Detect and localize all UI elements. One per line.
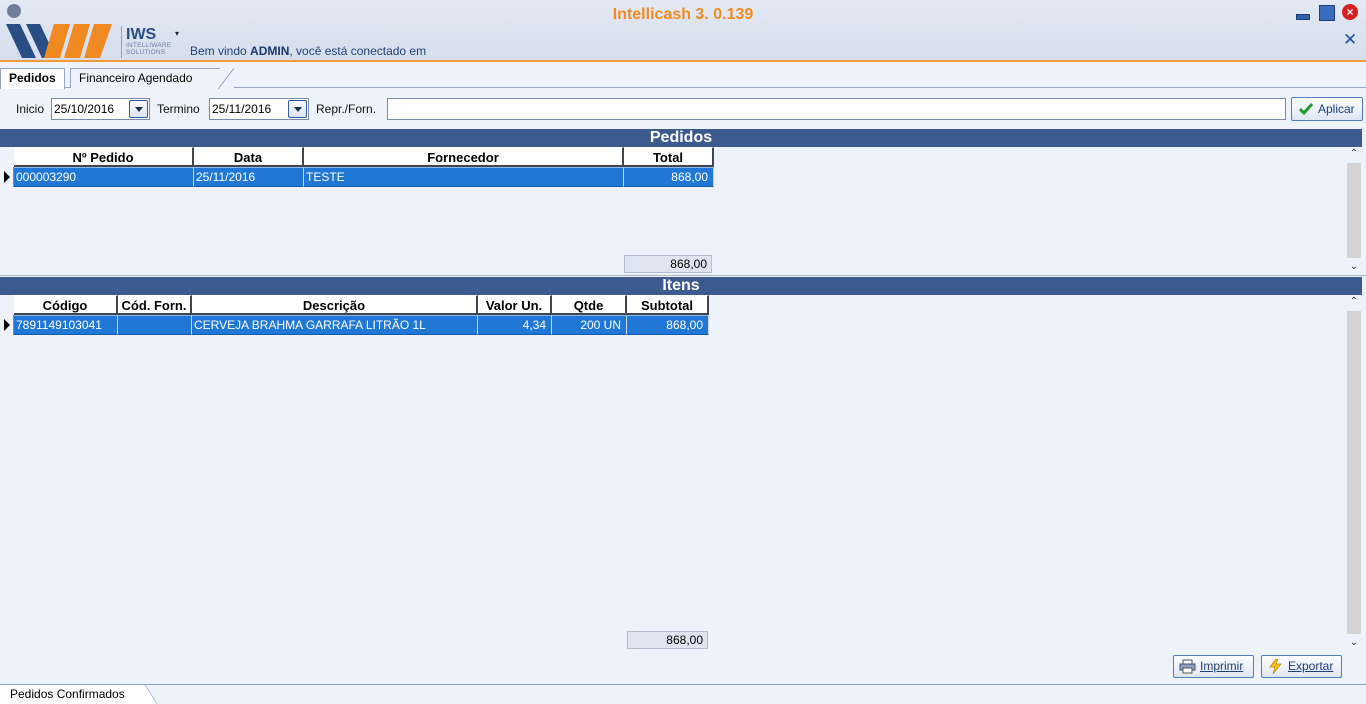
col-header-cod-forn[interactable]: Cód. Forn. bbox=[118, 295, 192, 315]
repr-forn-label: Repr./Forn. bbox=[316, 102, 377, 116]
row-indicator-icon bbox=[0, 315, 14, 335]
cell-numero-pedido[interactable]: 000003290 bbox=[14, 167, 194, 187]
cell-total[interactable]: 868,00 bbox=[624, 167, 714, 187]
maximize-button[interactable] bbox=[1318, 4, 1335, 21]
col-header-valor-un[interactable]: Valor Un. bbox=[478, 295, 552, 315]
termino-date-field[interactable]: 25/11/2016 bbox=[209, 98, 309, 120]
itens-footer-total: 868,00 bbox=[627, 631, 708, 649]
pedidos-footer-total: 868,00 bbox=[624, 255, 712, 273]
termino-date-value: 25/11/2016 bbox=[212, 102, 272, 116]
table-row[interactable]: 7891149103041 CERVEJA BRAHMA GARRAFA LIT… bbox=[0, 315, 709, 335]
inicio-label: Inicio bbox=[16, 102, 45, 116]
cell-valor-un[interactable]: 4,34 bbox=[478, 315, 552, 335]
scroll-up-icon[interactable]: ⌃ bbox=[1346, 147, 1362, 161]
tab-financeiro-agendado[interactable]: Financeiro Agendado bbox=[70, 68, 234, 89]
logo-tag-line-2: SOLUTIONS bbox=[126, 49, 166, 56]
termino-label: Termino bbox=[157, 102, 200, 116]
scroll-up-icon[interactable]: ⌃ bbox=[1346, 295, 1362, 309]
termino-calendar-dropdown-icon[interactable] bbox=[288, 100, 307, 118]
welcome-suffix: , você está conectado em bbox=[289, 44, 427, 58]
col-header-codigo[interactable]: Código bbox=[14, 295, 118, 315]
cell-data[interactable]: 25/11/2016 bbox=[194, 167, 304, 187]
col-header-numero-pedido[interactable]: Nº Pedido bbox=[14, 147, 194, 167]
logo-tagline: INTELLIWARE SOLUTIONS bbox=[126, 42, 171, 56]
col-header-fornecedor[interactable]: Fornecedor bbox=[304, 147, 624, 167]
tab-pedidos[interactable]: Pedidos bbox=[0, 68, 65, 89]
bottom-tab-strip: Pedidos Confirmados bbox=[0, 684, 1366, 704]
apply-button[interactable]: Aplicar bbox=[1291, 97, 1363, 121]
inicio-date-field[interactable]: 25/10/2016 bbox=[51, 98, 150, 120]
export-button[interactable]: Exportar bbox=[1261, 655, 1342, 678]
header-indicator bbox=[0, 147, 14, 167]
cell-subtotal[interactable]: 868,00 bbox=[627, 315, 709, 335]
scroll-thumb[interactable] bbox=[1347, 311, 1361, 634]
header-indicator bbox=[0, 295, 14, 315]
pedidos-section-header: Pedidos bbox=[0, 129, 1362, 147]
scroll-down-icon[interactable]: ⌄ bbox=[1346, 636, 1362, 650]
cell-fornecedor[interactable]: TESTE bbox=[304, 167, 624, 187]
row-indicator-icon bbox=[0, 167, 14, 187]
close-app-button[interactable]: × bbox=[1342, 4, 1358, 20]
apply-button-label: Aplicar bbox=[1318, 102, 1355, 116]
logo-tag-line-1: INTELLIWARE bbox=[126, 42, 172, 49]
pedidos-vertical-scrollbar[interactable]: ⌃ ⌄ bbox=[1346, 147, 1362, 274]
welcome-user: ADMIN bbox=[250, 44, 290, 58]
col-header-qtde[interactable]: Qtde bbox=[552, 295, 627, 315]
repr-forn-input[interactable] bbox=[387, 98, 1286, 120]
col-header-data[interactable]: Data bbox=[194, 147, 304, 167]
section-divider bbox=[0, 275, 1366, 276]
print-button-label: Imprimir bbox=[1200, 659, 1244, 673]
itens-vertical-scrollbar[interactable]: ⌃ ⌄ bbox=[1346, 295, 1362, 650]
tab-strip: Pedidos Financeiro Agendado bbox=[0, 64, 1366, 89]
col-header-descricao[interactable]: Descrição bbox=[192, 295, 478, 315]
tab-pedidos-confirmados[interactable]: Pedidos Confirmados bbox=[0, 685, 157, 704]
itens-section-header: Itens bbox=[0, 277, 1362, 295]
pedidos-grid-header: Nº Pedido Data Fornecedor Total bbox=[0, 147, 714, 167]
close-form-button[interactable]: ✕ bbox=[1343, 31, 1357, 49]
minimize-button[interactable] bbox=[1294, 4, 1310, 20]
export-button-label: Exportar bbox=[1288, 659, 1334, 673]
cell-descricao[interactable]: CERVEJA BRAHMA GARRAFA LITRÃO 1L bbox=[192, 315, 478, 335]
filter-bar: Inicio 25/10/2016 Termino 25/11/2016 Rep… bbox=[0, 94, 1366, 124]
cell-codigo[interactable]: 7891149103041 bbox=[14, 315, 118, 335]
table-row[interactable]: 000003290 25/11/2016 TESTE 868,00 bbox=[0, 167, 714, 187]
itens-grid[interactable]: Código Cód. Forn. Descrição Valor Un. Qt… bbox=[0, 295, 1362, 650]
app-title: Intellicash 3. 0.139 bbox=[612, 6, 754, 23]
pedidos-grid[interactable]: Nº Pedido Data Fornecedor Total 00000329… bbox=[0, 147, 1362, 274]
title-bar: IWS INTELLIWARE SOLUTIONS ▾ Bem vindo AD… bbox=[0, 0, 1366, 62]
print-button[interactable]: Imprimir bbox=[1173, 655, 1254, 678]
itens-grid-header: Código Cód. Forn. Descrição Valor Un. Qt… bbox=[0, 295, 709, 315]
col-header-total[interactable]: Total bbox=[624, 147, 714, 167]
cell-qtde[interactable]: 200 UN bbox=[552, 315, 627, 335]
lightning-icon bbox=[1269, 659, 1282, 674]
welcome-prefix: Bem vindo bbox=[190, 44, 251, 58]
scroll-thumb[interactable] bbox=[1347, 163, 1361, 258]
scroll-down-icon[interactable]: ⌄ bbox=[1346, 260, 1362, 274]
welcome-message: Bem vindo ADMIN, você está conectado em bbox=[190, 44, 426, 58]
printer-icon bbox=[1179, 659, 1196, 674]
inicio-date-value: 25/10/2016 bbox=[54, 102, 115, 116]
logo-divider bbox=[121, 26, 122, 58]
cell-cod-forn[interactable] bbox=[118, 315, 192, 335]
user-menu-dropdown-icon[interactable]: ▾ bbox=[175, 29, 179, 38]
col-header-subtotal[interactable]: Subtotal bbox=[627, 295, 709, 315]
inicio-calendar-dropdown-icon[interactable] bbox=[129, 100, 148, 118]
check-icon bbox=[1298, 103, 1314, 116]
